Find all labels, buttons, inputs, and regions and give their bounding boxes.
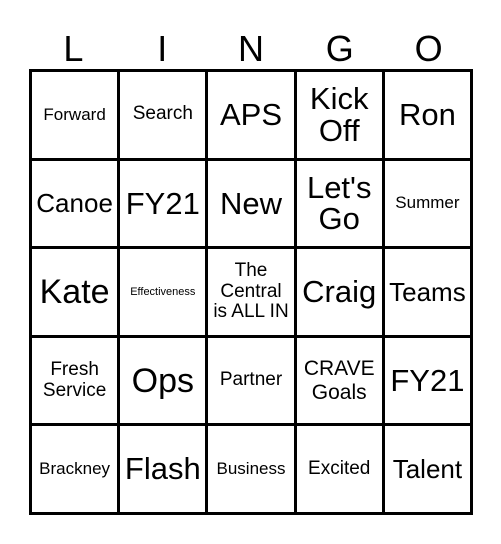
bingo-cell-r4-c4[interactable]: CRAVE Goals	[296, 337, 385, 427]
bingo-cell-label: Fresh Service	[42, 358, 107, 401]
bingo-cell-r5-c1[interactable]: Brackney	[32, 426, 121, 515]
bingo-cell-r2-c2[interactable]: FY21	[120, 160, 209, 250]
bingo-cell-label: Ops	[131, 361, 194, 400]
bingo-cell-label: Talent	[392, 454, 463, 485]
bingo-cell-label: Forward	[43, 104, 106, 124]
bingo-row: Kate Effectiveness The Central is ALL IN Cr…	[32, 249, 474, 338]
bingo-cell-label: APS	[219, 96, 283, 132]
bingo-cell-r2-c1[interactable]: Canoe	[32, 160, 121, 250]
bingo-cell-label: Partner	[219, 369, 283, 391]
bingo-cell-r3-c2[interactable]: Effectiveness	[120, 249, 209, 338]
bingo-cell-r1-c1[interactable]: Forward	[32, 72, 121, 161]
bingo-grid: Forward Search APS Kick Off Ron Canoe FY21 New L…	[29, 69, 474, 515]
bingo-cell-r3-c4[interactable]: Craig	[296, 249, 385, 338]
bingo-cell-label: Brackney	[39, 458, 111, 478]
bingo-header-letter-4: G	[325, 28, 354, 69]
bingo-row: Forward Search APS Kick Off Ron	[32, 72, 474, 161]
bingo-cell-label: Ron	[398, 96, 456, 132]
bingo-cell-label: FY21	[125, 185, 200, 221]
bingo-cell-label: Search	[132, 103, 193, 125]
bingo-cell-label: The Central is ALL IN	[213, 259, 289, 323]
bingo-cell-r2-c5[interactable]: Summer	[384, 160, 474, 250]
bingo-cell-r5-c3[interactable]: Business	[208, 426, 297, 515]
bingo-row: Fresh Service Ops Partner CRAVE Goals FY21	[32, 337, 474, 427]
bingo-cell-r1-c5[interactable]: Ron	[384, 72, 474, 161]
bingo-cell-label: Canoe	[36, 188, 113, 219]
bingo-cell-label: Craig	[302, 274, 377, 310]
bingo-cell-r3-c5[interactable]: Teams	[384, 249, 474, 338]
bingo-cell-label: Excited	[308, 457, 371, 479]
bingo-header-letter-2: I	[157, 28, 168, 69]
bingo-row: Canoe FY21 New Let's Go Summer	[32, 160, 474, 250]
bingo-header-letter-3: N	[237, 28, 264, 69]
bingo-cell-label: Teams	[389, 276, 466, 307]
bingo-row: Brackney Flash Business Excited Talent	[32, 426, 474, 515]
bingo-cell-r4-c3[interactable]: Partner	[208, 337, 297, 427]
bingo-cell-label: Let's Go	[306, 169, 372, 237]
bingo-cell-r4-c1[interactable]: Fresh Service	[32, 337, 121, 427]
bingo-cell-r1-c2[interactable]: Search	[120, 72, 209, 161]
bingo-cell-label: Business	[216, 458, 286, 478]
bingo-header-row: LINGO	[29, 22, 473, 69]
bingo-cell-r1-c4[interactable]: Kick Off	[296, 72, 385, 161]
bingo-cell-r4-c2[interactable]: Ops	[120, 337, 209, 427]
bingo-header-letter-1: L	[63, 28, 84, 69]
bingo-cell-label: New	[220, 185, 283, 221]
bingo-cell-label: Kate	[39, 272, 110, 311]
bingo-cell-label: CRAVE Goals	[303, 357, 375, 404]
bingo-card: L I N G O Forward Search APS Kick Off Ron Canoe FY…	[0, 0, 501, 544]
bingo-cell-r1-c3[interactable]: APS	[208, 72, 297, 161]
bingo-cell-r5-c2[interactable]: Flash	[120, 426, 209, 515]
bingo-cell-label: Kick Off	[309, 81, 369, 148]
bingo-cell-r5-c5[interactable]: Talent	[384, 426, 474, 515]
bingo-cell-r3-c1[interactable]: Kate	[32, 249, 121, 338]
bingo-cell-label: Effectiveness	[130, 285, 196, 298]
bingo-header-letter-5: O	[414, 28, 443, 69]
bingo-cell-r5-c4[interactable]: Excited	[296, 426, 385, 515]
bingo-cell-label: Flash	[124, 451, 201, 487]
bingo-cell-label: Summer	[395, 193, 460, 213]
bingo-cell-r4-c5[interactable]: FY21	[384, 337, 474, 427]
bingo-cell-r2-c4[interactable]: Let's Go	[296, 160, 385, 250]
bingo-cell-label: FY21	[390, 362, 465, 398]
bingo-cell-r2-c3[interactable]: New	[208, 160, 297, 250]
bingo-cell-r3-c3[interactable]: The Central is ALL IN	[208, 249, 297, 338]
